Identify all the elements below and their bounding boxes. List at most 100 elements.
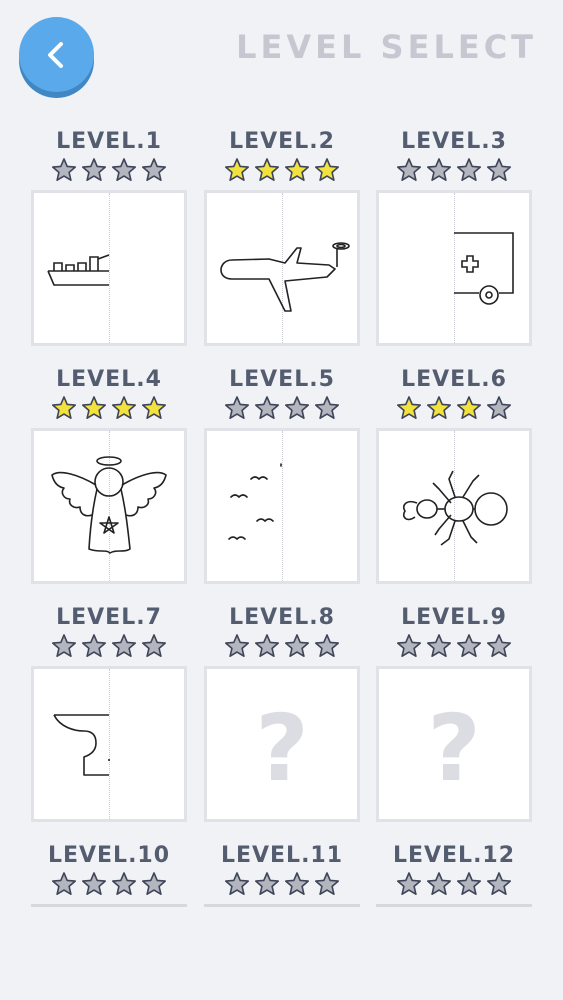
star-empty-icon xyxy=(426,872,452,896)
level-label: LEVEL.4 xyxy=(56,367,162,392)
star-empty-icon xyxy=(284,634,310,658)
cargo-ship-drawing xyxy=(47,254,110,286)
star-filled-icon xyxy=(456,396,482,420)
level-label: LEVEL.2 xyxy=(229,129,335,154)
star-filled-icon xyxy=(51,396,77,420)
level-card[interactable] xyxy=(31,666,187,822)
level-cell[interactable]: LEVEL.12 xyxy=(376,842,532,907)
level-label: LEVEL.1 xyxy=(56,129,162,154)
star-filled-icon xyxy=(81,396,107,420)
star-empty-icon xyxy=(396,634,422,658)
star-empty-icon xyxy=(426,634,452,658)
star-empty-icon xyxy=(396,158,422,182)
star-empty-icon xyxy=(141,158,167,182)
level-cell[interactable]: LEVEL.10 xyxy=(31,842,187,907)
star-rating xyxy=(204,632,360,660)
star-rating xyxy=(204,870,360,898)
airplane-drawing xyxy=(220,242,350,312)
star-empty-icon xyxy=(486,396,512,420)
star-empty-icon xyxy=(254,396,280,420)
level-label: LEVEL.5 xyxy=(229,367,335,392)
star-rating xyxy=(376,156,532,184)
level-card[interactable] xyxy=(31,190,187,346)
level-cell[interactable]: LEVEL.2 xyxy=(204,128,360,346)
star-filled-icon xyxy=(254,158,280,182)
star-empty-icon xyxy=(111,158,137,182)
chevron-left-icon xyxy=(47,41,63,68)
level-card[interactable] xyxy=(31,428,187,584)
star-empty-icon xyxy=(314,396,340,420)
star-empty-icon xyxy=(224,396,250,420)
level-label: LEVEL.10 xyxy=(47,843,171,868)
level-cell[interactable]: LEVEL.6 xyxy=(376,366,532,584)
level-label: LEVEL.7 xyxy=(56,605,162,630)
star-empty-icon xyxy=(51,634,77,658)
star-filled-icon xyxy=(224,158,250,182)
star-empty-icon xyxy=(51,158,77,182)
level-card-locked[interactable]: ? xyxy=(376,666,532,822)
ambulance-drawing xyxy=(454,232,514,305)
star-empty-icon xyxy=(51,872,77,896)
level-card-edge xyxy=(31,904,187,907)
level-label: LEVEL.11 xyxy=(220,843,344,868)
anvil-drawing xyxy=(53,714,110,776)
star-empty-icon xyxy=(284,872,310,896)
level-label: LEVEL.8 xyxy=(229,605,335,630)
level-card[interactable] xyxy=(376,190,532,346)
page-title: LEVEL SELECT xyxy=(236,28,537,66)
star-rating xyxy=(31,870,187,898)
star-empty-icon xyxy=(224,872,250,896)
star-rating xyxy=(376,632,532,660)
level-cell[interactable]: LEVEL.8? xyxy=(204,604,360,822)
birds-drawing xyxy=(228,463,282,541)
star-empty-icon xyxy=(396,872,422,896)
star-empty-icon xyxy=(254,634,280,658)
star-filled-icon xyxy=(111,396,137,420)
star-empty-icon xyxy=(254,872,280,896)
star-empty-icon xyxy=(314,634,340,658)
level-cell[interactable]: LEVEL.5 xyxy=(204,366,360,584)
star-empty-icon xyxy=(456,872,482,896)
star-empty-icon xyxy=(141,872,167,896)
star-empty-icon xyxy=(224,634,250,658)
level-label: LEVEL.9 xyxy=(401,605,507,630)
star-empty-icon xyxy=(141,634,167,658)
level-label: LEVEL.6 xyxy=(401,367,507,392)
star-empty-icon xyxy=(81,634,107,658)
level-cell[interactable]: LEVEL.3 xyxy=(376,128,532,346)
level-cell[interactable]: LEVEL.1 xyxy=(31,128,187,346)
star-filled-icon xyxy=(314,158,340,182)
star-rating xyxy=(376,870,532,898)
star-empty-icon xyxy=(486,872,512,896)
level-card-edge xyxy=(376,904,532,907)
star-rating xyxy=(31,394,187,422)
star-empty-icon xyxy=(111,634,137,658)
level-label: LEVEL.12 xyxy=(392,843,516,868)
star-filled-icon xyxy=(141,396,167,420)
star-filled-icon xyxy=(426,396,452,420)
level-card[interactable] xyxy=(376,428,532,584)
star-empty-icon xyxy=(284,396,310,420)
level-cell[interactable]: LEVEL.7 xyxy=(31,604,187,822)
question-mark-icon: ? xyxy=(427,695,481,802)
star-empty-icon xyxy=(486,634,512,658)
level-cell[interactable]: LEVEL.9? xyxy=(376,604,532,822)
level-card-locked[interactable]: ? xyxy=(204,666,360,822)
star-rating xyxy=(204,394,360,422)
star-empty-icon xyxy=(456,634,482,658)
star-rating xyxy=(31,156,187,184)
star-empty-icon xyxy=(486,158,512,182)
angel-drawing xyxy=(51,456,167,554)
level-cell[interactable]: LEVEL.11 xyxy=(204,842,360,907)
back-button[interactable] xyxy=(19,17,94,92)
star-empty-icon xyxy=(111,872,137,896)
star-rating xyxy=(31,632,187,660)
level-cell[interactable]: LEVEL.4 xyxy=(31,366,187,584)
question-mark-icon: ? xyxy=(255,695,309,802)
star-rating xyxy=(376,394,532,422)
star-rating xyxy=(204,156,360,184)
star-filled-icon xyxy=(396,396,422,420)
star-empty-icon xyxy=(314,872,340,896)
level-card[interactable] xyxy=(204,428,360,584)
level-card[interactable] xyxy=(204,190,360,346)
